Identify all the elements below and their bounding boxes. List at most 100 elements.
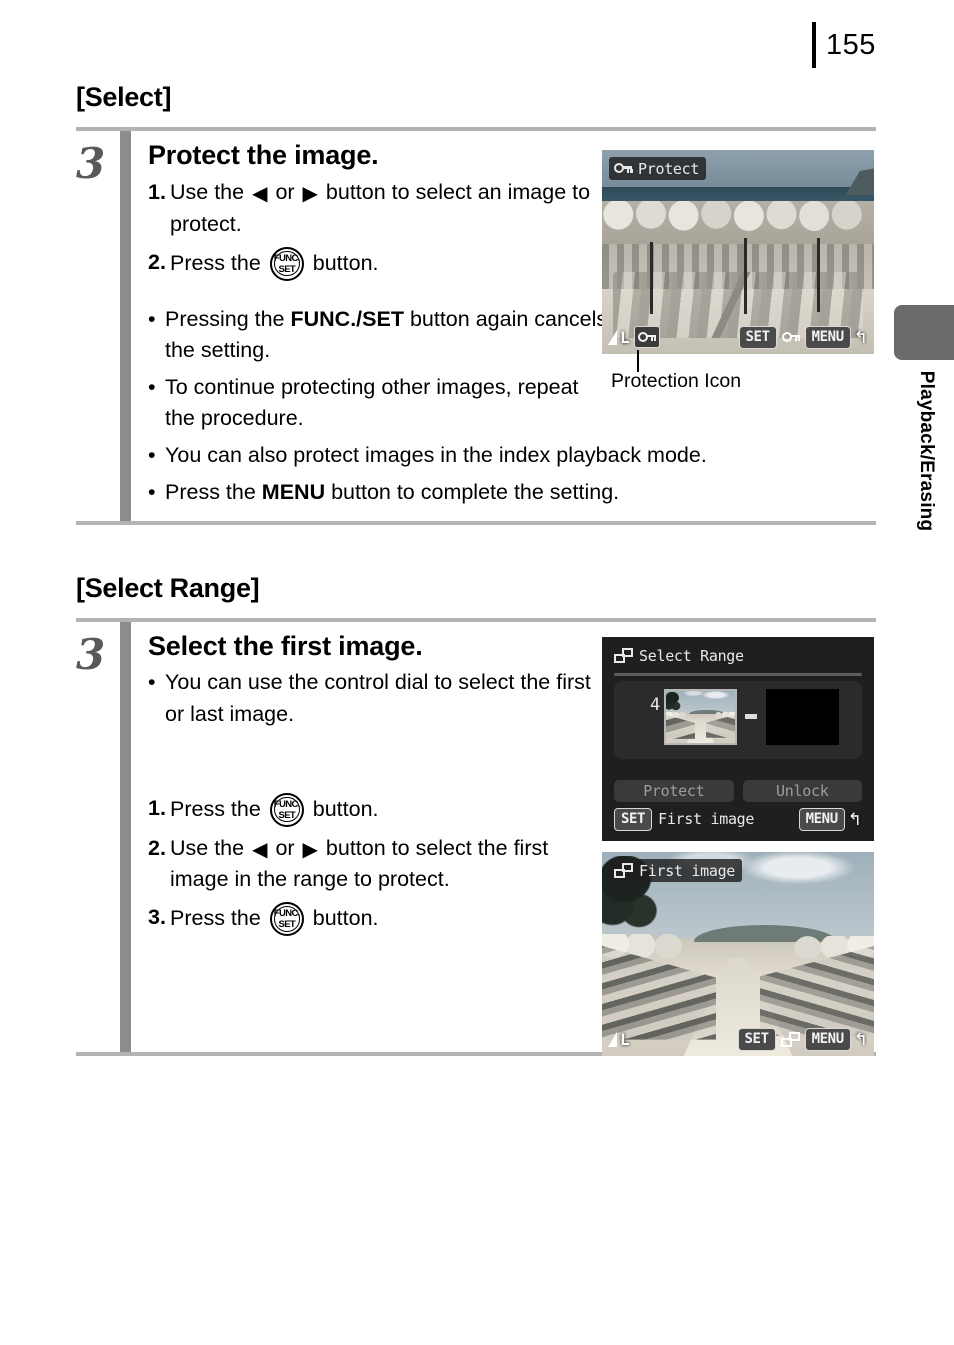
list-item: 3. Press the FUNC. SET button.	[148, 901, 608, 936]
menu-chip[interactable]: MENU	[804, 325, 851, 349]
compression-icon	[608, 329, 617, 345]
key-icon	[637, 331, 657, 343]
first-image-thumbnail[interactable]	[664, 689, 737, 745]
return-arrow-icon: ↰	[853, 1029, 868, 1049]
photo-beach-path	[666, 691, 735, 743]
image-quality-indicator: L	[608, 1030, 630, 1049]
section-rule-bottom	[76, 521, 876, 525]
screen-bottom-bar: L SET MENU ↰	[602, 1026, 874, 1052]
range-separator-dash	[745, 714, 757, 719]
protect-button[interactable]: Protect	[614, 780, 734, 802]
emphasis-text: FUNC./SET	[290, 306, 404, 331]
range-action-icon	[780, 1031, 800, 1047]
set-chip[interactable]: SET	[737, 1027, 776, 1051]
list-item: 1. Press the FUNC. SET button.	[148, 792, 608, 827]
list-text: Use the ◀ or ▶ button to select the firs…	[170, 835, 549, 892]
photo-umbrella-pole	[650, 242, 653, 314]
screen-title-text: Select Range	[639, 646, 744, 665]
list-marker: 2.	[148, 249, 166, 274]
list-text: You can use the control dial to select t…	[165, 670, 591, 726]
bullet-marker: •	[148, 442, 156, 467]
image-quality-indicator: L	[608, 328, 630, 347]
screen-footer-bar: SET First image MENU ↰	[614, 807, 862, 831]
return-arrow-icon: ↰	[847, 809, 862, 829]
section-title-select: [Select]	[76, 82, 172, 112]
last-image-placeholder[interactable]	[766, 689, 839, 745]
left-arrow-icon: ◀	[252, 838, 268, 861]
step-numbered-list: 1. Press the FUNC. SET button. 2. Use the…	[148, 792, 608, 936]
photo-lounger-row-left	[666, 714, 695, 739]
list-text: To continue protecting other images, rep…	[165, 374, 579, 431]
set-chip[interactable]: SET	[738, 325, 777, 349]
screen-title-bar: First image	[609, 859, 743, 882]
right-arrow-icon: ▶	[302, 838, 318, 861]
page-number: 155	[826, 28, 876, 61]
compression-icon	[608, 1031, 617, 1047]
step-accent-bar	[120, 622, 131, 1052]
quality-label: L	[620, 1029, 630, 1049]
set-chip[interactable]: SET	[614, 807, 653, 831]
screen-first-image: First image L SET MENU ↰	[602, 852, 874, 1056]
unlock-button[interactable]: Unlock	[742, 780, 862, 802]
image-index-label: 4	[650, 695, 661, 715]
screen-divider	[614, 673, 862, 676]
right-arrow-icon: ▶	[302, 183, 318, 206]
step-number: 3	[76, 630, 106, 679]
photo-lounger-row-right	[759, 945, 874, 1036]
list-text: Pressing the FUNC./SET button again canc…	[165, 306, 608, 363]
section-title-select-range: [Select Range]	[76, 573, 260, 603]
list-text: Press the MENU button to complete the se…	[165, 479, 620, 504]
func-set-bottom-label: SET	[278, 263, 296, 275]
callout-leader-line	[637, 350, 639, 372]
list-text: Press the FUNC. SET button.	[170, 792, 608, 827]
side-chapter-tab: Playback/Erasing	[894, 305, 954, 585]
bullet-marker: •	[148, 670, 156, 695]
func-set-bottom-label: SET	[278, 918, 296, 930]
menu-chip[interactable]: MENU	[804, 1027, 851, 1051]
step-numbered-list: 1. Use the ◀ or ▶ button to select an im…	[148, 177, 608, 281]
list-marker: 1.	[148, 180, 166, 205]
list-text: Press the FUNC. SET button.	[170, 246, 608, 281]
quality-label: L	[620, 327, 630, 347]
photo-umbrella-pole	[744, 238, 747, 314]
range-icon	[614, 648, 633, 663]
list-item: 2. Press the FUNC. SET button.	[148, 246, 608, 281]
photo-lounger-row-right	[706, 714, 735, 738]
callout-protection-icon: Protection Icon	[611, 370, 742, 392]
func-set-button-icon: FUNC. SET	[269, 901, 304, 936]
list-marker: 2.	[148, 835, 166, 860]
key-icon	[781, 331, 801, 343]
protect-action-icon	[781, 331, 801, 343]
func-set-button-icon: FUNC. SET	[269, 792, 304, 827]
list-marker: 1.	[148, 795, 166, 820]
screen-bottom-bar: L SET MENU ↰	[602, 324, 874, 350]
page-header: 155	[812, 22, 876, 68]
key-icon	[614, 163, 633, 174]
screen-protect: Protect L SET MENU ↰	[602, 150, 874, 354]
list-item: • Press the MENU button to complete the …	[148, 477, 848, 509]
list-item: • You can also protect images in the ind…	[148, 440, 848, 472]
func-set-button-icon: FUNC. SET	[269, 246, 304, 281]
emphasis-text: MENU	[261, 479, 326, 504]
range-action-buttons: Protect Unlock	[614, 780, 862, 802]
photo-umbrella-row	[602, 201, 874, 246]
step-bullet-list-narrow: • Pressing the FUNC./SET button again ca…	[148, 304, 608, 435]
menu-chip[interactable]: MENU	[798, 807, 845, 831]
page-header-rule	[812, 22, 816, 68]
step-bullet-list-wide: • You can also protect images in the ind…	[148, 440, 848, 508]
screen-title-bar: Select Range	[609, 644, 751, 667]
list-item: • To continue protecting other images, r…	[148, 372, 608, 435]
range-icon	[780, 1031, 800, 1047]
list-text: You can also protect images in the index…	[165, 442, 707, 467]
range-preview-panel: 4	[614, 681, 862, 759]
list-item: • Pressing the FUNC./SET button again ca…	[148, 304, 608, 367]
screen-title-bar: Protect	[609, 157, 707, 180]
func-set-top-label: FUNC.	[273, 253, 301, 265]
bullet-marker: •	[148, 479, 156, 504]
screen-select-range: Select Range 4 Protect Unlock SET First …	[602, 637, 874, 841]
list-text: Press the FUNC. SET button.	[170, 901, 608, 936]
step-number: 3	[76, 139, 106, 188]
photo-umbrella-pole	[817, 238, 820, 312]
func-set-top-label: FUNC.	[273, 799, 301, 811]
list-item: 2. Use the ◀ or ▶ button to select the f…	[148, 833, 608, 896]
